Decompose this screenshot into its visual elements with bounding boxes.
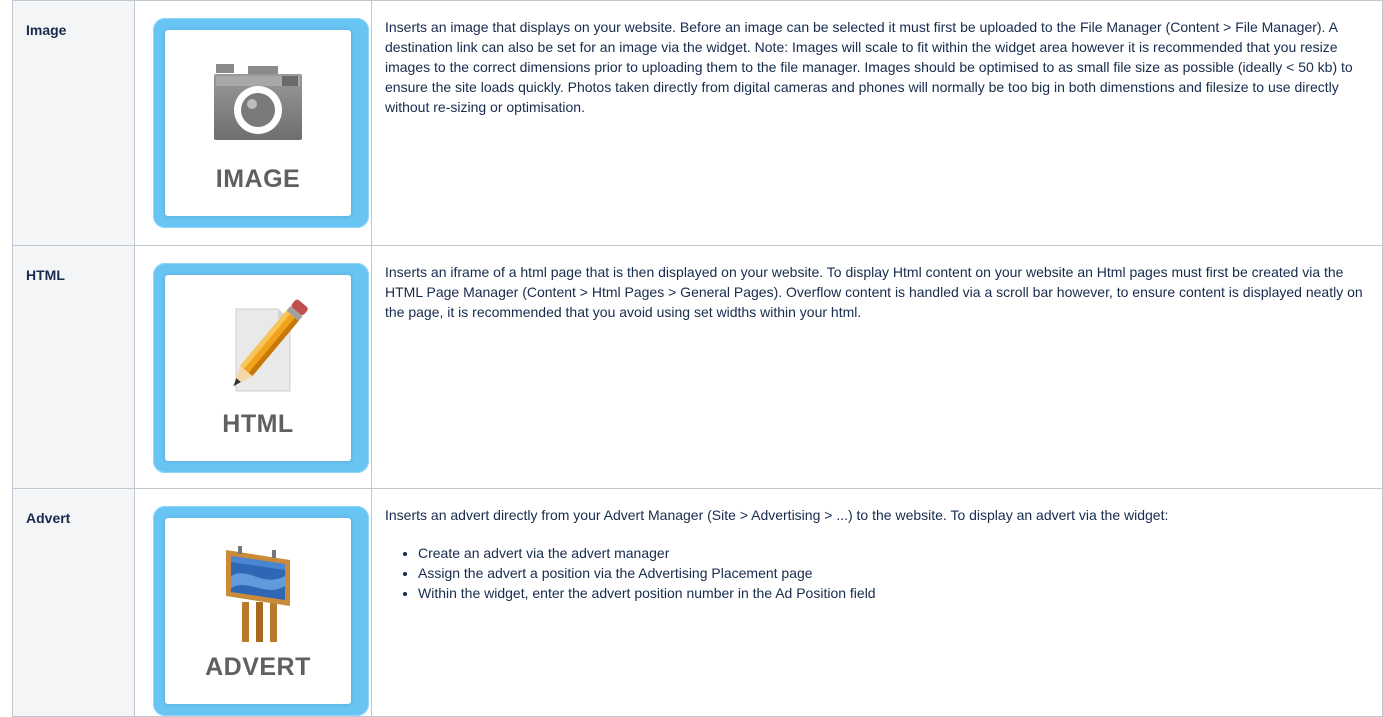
table-row-image: Image IMAGE Inserts an image that displa… (12, 0, 1383, 246)
tile-label: HTML (222, 410, 294, 438)
list-item: Assign the advert a position via the Adv… (418, 563, 1382, 583)
steps-list: Create an advert via the advert manager … (372, 543, 1382, 603)
table-row-advert: Advert ADVERT Inserts an advert directly… (12, 488, 1383, 717)
row-description: Inserts an image that displays on your w… (385, 19, 1353, 115)
icon-cell: HTML (134, 245, 372, 489)
html-widget-tile: HTML (153, 263, 369, 473)
description-cell: Inserts an iframe of a html page that is… (371, 245, 1383, 489)
tile-inner: HTML (165, 275, 351, 461)
description-cell: Inserts an image that displays on your w… (371, 0, 1383, 246)
icon-cell: IMAGE (134, 0, 372, 246)
list-item: Within the widget, enter the advert posi… (418, 583, 1382, 603)
pencil-icon (165, 291, 351, 401)
row-name: Image (26, 22, 67, 38)
row-description: Inserts an iframe of a html page that is… (385, 264, 1363, 320)
icon-cell: ADVERT (134, 488, 372, 717)
image-widget-tile: IMAGE (153, 18, 369, 228)
camera-icon (165, 58, 351, 168)
row-name: Advert (26, 510, 71, 526)
tile-inner: IMAGE (165, 30, 351, 216)
tile-inner: ADVERT (165, 518, 351, 704)
tile-label: IMAGE (215, 165, 301, 193)
row-header-cell: HTML (12, 245, 135, 489)
table-row-html: HTML HTML Inserts an iframe of a html pa… (12, 245, 1383, 489)
row-header-cell: Advert (12, 488, 135, 717)
widget-table: Image IMAGE Inserts an image that displa… (12, 0, 1383, 717)
description-cell: Inserts an advert directly from your Adv… (371, 488, 1383, 717)
advert-widget-tile: ADVERT (153, 506, 369, 716)
tile-label: ADVERT (205, 653, 311, 681)
row-header-cell: Image (12, 0, 135, 246)
row-name: HTML (26, 267, 65, 283)
billboard-icon (165, 536, 351, 646)
list-item: Create an advert via the advert manager (418, 543, 1382, 563)
row-description: Inserts an advert directly from your Adv… (385, 507, 1169, 523)
